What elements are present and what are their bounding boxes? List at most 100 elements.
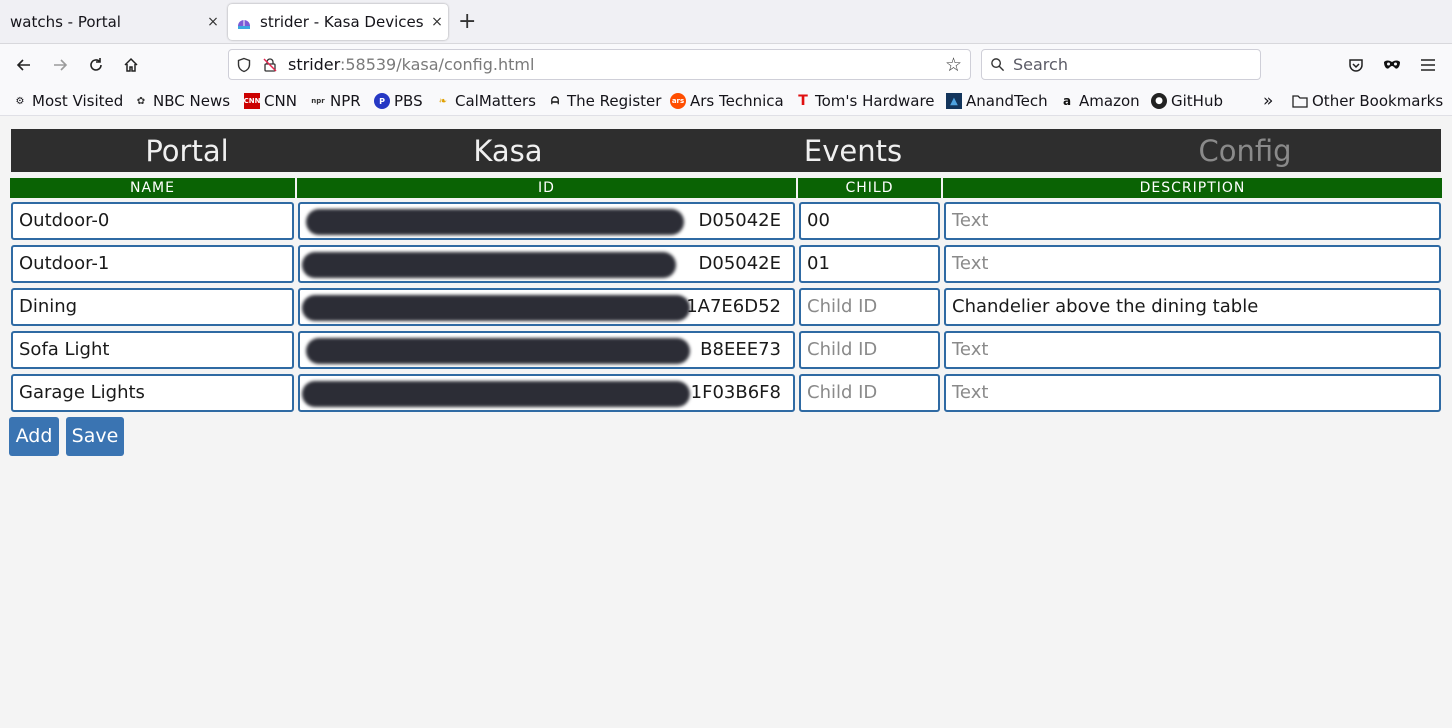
- url-text: strider:58539/kasa/config.html: [288, 55, 534, 74]
- id-field[interactable]: 1F03B6F8: [298, 374, 795, 412]
- reload-button[interactable]: [83, 52, 109, 78]
- column-header-child: CHILD: [798, 178, 941, 198]
- bookmark-cnn[interactable]: CNN CNN: [244, 91, 297, 111]
- menu-button[interactable]: [1415, 52, 1441, 78]
- bookmark-label: Other Bookmarks: [1312, 92, 1444, 110]
- cnn-icon: CNN: [244, 93, 260, 109]
- id-suffix: B8EEE73: [700, 339, 781, 360]
- description-field[interactable]: Chandelier above the dining table: [944, 288, 1441, 326]
- child-field[interactable]: Child ID: [799, 331, 940, 369]
- amazon-icon: a: [1062, 94, 1072, 108]
- bookmark-most-visited[interactable]: ⚙ Most Visited: [12, 91, 124, 111]
- id-field[interactable]: D05042E: [298, 245, 795, 283]
- search-icon: [991, 58, 1005, 72]
- search-placeholder: Search: [1013, 55, 1068, 74]
- gear-icon: ⚙: [15, 95, 25, 107]
- calmatters-icon: ❧: [438, 95, 448, 107]
- id-suffix: D05042E: [698, 253, 782, 274]
- bookmark-star-icon[interactable]: ☆: [945, 54, 962, 76]
- bookmark-github[interactable]: ● GitHub: [1151, 91, 1223, 111]
- bookmark-nbc-news[interactable]: ✿ NBC News: [133, 91, 230, 111]
- name-field[interactable]: Garage Lights: [11, 374, 294, 412]
- bookmark-label: CalMatters: [455, 92, 536, 110]
- url-path: :58539/kasa/config.html: [339, 55, 535, 74]
- redaction-mark: [302, 295, 690, 321]
- bookmark-label: GitHub: [1171, 92, 1223, 110]
- back-arrow-icon: [16, 59, 30, 71]
- bookmark-calmatters[interactable]: ❧ CalMatters: [435, 91, 536, 111]
- description-field[interactable]: Text: [944, 202, 1441, 240]
- id-suffix: D05042E: [698, 210, 782, 231]
- pbs-icon: P: [374, 93, 390, 109]
- home-button[interactable]: [118, 52, 144, 78]
- column-header-description: DESCRIPTION: [943, 178, 1442, 198]
- description-field[interactable]: Text: [944, 374, 1441, 412]
- nav-kasa[interactable]: Kasa: [428, 129, 588, 172]
- private-mask-button[interactable]: [1379, 52, 1405, 78]
- nav-portal[interactable]: Portal: [107, 129, 267, 172]
- name-field[interactable]: Sofa Light: [11, 331, 294, 369]
- name-field[interactable]: Outdoor-1: [11, 245, 294, 283]
- close-tab-icon[interactable]: ×: [426, 14, 448, 30]
- redaction-mark: [306, 209, 684, 235]
- bookmark-ars-technica[interactable]: ars Ars Technica: [670, 91, 784, 111]
- bookmark-amazon[interactable]: a Amazon: [1059, 91, 1140, 111]
- child-field[interactable]: 00: [799, 202, 940, 240]
- github-icon: ●: [1151, 93, 1167, 109]
- folder-icon: [1292, 95, 1308, 108]
- nav-config[interactable]: Config: [1165, 129, 1325, 172]
- anandtech-icon: ▲: [946, 93, 962, 109]
- redaction-mark: [306, 338, 690, 364]
- bookmark-npr[interactable]: npr NPR: [310, 91, 361, 111]
- description-field[interactable]: Text: [944, 331, 1441, 369]
- close-tab-icon[interactable]: ×: [202, 14, 224, 30]
- reload-icon: [90, 58, 102, 71]
- bookmarks-overflow-chevron-icon[interactable]: »: [1263, 91, 1273, 111]
- pocket-icon: [1349, 59, 1363, 72]
- description-field[interactable]: Text: [944, 245, 1441, 283]
- bookmark-label: NPR: [330, 92, 361, 110]
- new-tab-button[interactable]: +: [458, 9, 476, 35]
- id-suffix: 1A7E6D52: [686, 296, 781, 317]
- pocket-button[interactable]: [1343, 52, 1369, 78]
- insecure-lock-icon[interactable]: [262, 57, 278, 73]
- bookmark-the-register[interactable]: ᗩ The Register: [547, 91, 662, 111]
- app-nav-bar: Portal Kasa Events Config: [11, 129, 1441, 172]
- name-field[interactable]: Outdoor-0: [11, 202, 294, 240]
- id-field[interactable]: D05042E: [298, 202, 795, 240]
- redaction-mark: [302, 381, 690, 407]
- mask-icon: [1384, 60, 1400, 69]
- save-button[interactable]: Save: [66, 417, 124, 456]
- bookmark-label: AnandTech: [966, 92, 1048, 110]
- bookmark-pbs[interactable]: P PBS: [374, 91, 423, 111]
- shield-icon[interactable]: [236, 57, 252, 73]
- child-field[interactable]: 01: [799, 245, 940, 283]
- id-field[interactable]: 1A7E6D52: [298, 288, 795, 326]
- add-button[interactable]: Add: [9, 417, 59, 456]
- back-button[interactable]: [11, 52, 37, 78]
- child-field[interactable]: Child ID: [799, 288, 940, 326]
- redaction-mark: [302, 252, 676, 278]
- home-icon: [124, 57, 138, 72]
- column-header-id: ID: [297, 178, 796, 198]
- id-field[interactable]: B8EEE73: [298, 331, 795, 369]
- nav-events[interactable]: Events: [773, 129, 933, 172]
- url-bar[interactable]: strider:58539/kasa/config.html ☆: [228, 49, 971, 80]
- bookmark-anandtech[interactable]: ▲ AnandTech: [946, 91, 1048, 111]
- register-icon: ᗩ: [550, 95, 560, 107]
- bookmark-label: Amazon: [1079, 92, 1140, 110]
- search-bar[interactable]: Search: [981, 49, 1261, 80]
- name-field[interactable]: Dining: [11, 288, 294, 326]
- child-field[interactable]: Child ID: [799, 374, 940, 412]
- bookmark-label: Ars Technica: [690, 92, 784, 110]
- other-bookmarks-folder[interactable]: Other Bookmarks: [1292, 91, 1443, 111]
- bookmarks-toolbar: ⚙ Most Visited ✿ NBC News CNN CNN npr NPR PP…: [0, 86, 1452, 116]
- tab-title: strider - Kasa Devices: [260, 13, 424, 31]
- kasa-favicon-icon: [238, 20, 250, 29]
- toms-icon: T: [798, 93, 808, 109]
- forward-button[interactable]: [47, 52, 73, 78]
- tab-kasa-devices[interactable]: strider - Kasa Devices ×: [228, 4, 448, 40]
- tab-watchs-portal[interactable]: watchs - Portal ×: [0, 4, 224, 40]
- tab-strip: watchs - Portal × strider - Kasa Devices…: [0, 0, 1452, 44]
- bookmark-toms-hardware[interactable]: T Tom's Hardware: [795, 91, 934, 111]
